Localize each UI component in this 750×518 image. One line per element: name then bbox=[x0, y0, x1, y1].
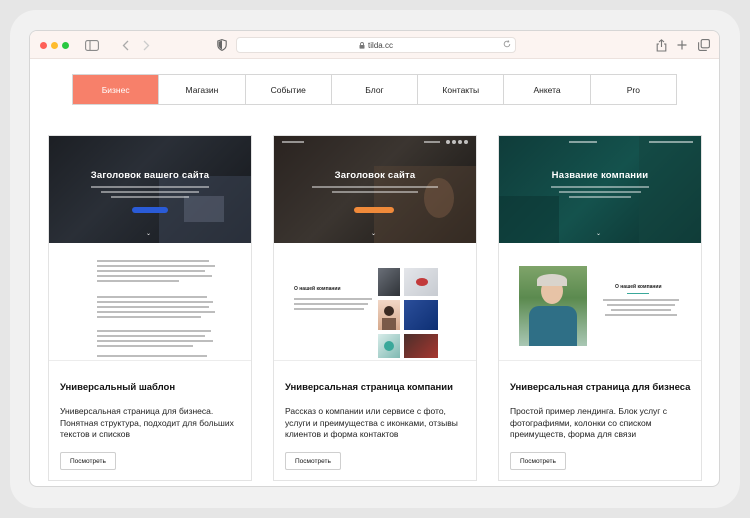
minimize-window-button[interactable] bbox=[51, 42, 58, 49]
forward-arrow-icon[interactable] bbox=[141, 37, 151, 53]
preview-hero: Заголовок вашего сайта ⌄ bbox=[49, 136, 251, 243]
preview-section-title: О нашей компании bbox=[294, 286, 341, 292]
preview-title: Название компании bbox=[551, 170, 649, 181]
close-window-button[interactable] bbox=[40, 42, 47, 49]
new-tab-icon[interactable] bbox=[676, 37, 688, 53]
template-card[interactable]: Название компании ⌄ О нашей компании Уни… bbox=[498, 135, 702, 481]
preview-title: Заголовок сайта bbox=[334, 170, 416, 181]
template-description: Простой пример лендинга. Блок услуг с фо… bbox=[510, 406, 668, 439]
privacy-shield-icon[interactable] bbox=[216, 37, 228, 53]
tab-shop[interactable]: Магазин bbox=[158, 75, 244, 104]
preview-title: Заголовок вашего сайта bbox=[90, 170, 210, 181]
tab-event[interactable]: Событие bbox=[244, 75, 331, 104]
browser-window: tilda.cc Бизнес Магазин Событие Блог Кон… bbox=[30, 31, 719, 486]
tab-overview-icon[interactable] bbox=[697, 37, 711, 53]
lock-icon bbox=[359, 41, 365, 49]
url-text: tilda.cc bbox=[368, 40, 393, 50]
view-template-button[interactable]: Посмотреть bbox=[510, 452, 566, 470]
template-description: Рассказ о компании или сервисе с фото, у… bbox=[285, 406, 458, 439]
template-description: Универсальная страница для бизнеса. Поня… bbox=[60, 406, 234, 439]
view-template-button[interactable]: Посмотреть bbox=[60, 452, 116, 470]
back-arrow-icon[interactable] bbox=[120, 37, 130, 53]
template-preview[interactable]: Название компании ⌄ О нашей компании bbox=[499, 136, 701, 361]
template-preview[interactable]: Заголовок вашего сайта ⌄ bbox=[49, 136, 251, 361]
category-tabs: Бизнес Магазин Событие Блог Контакты Анк… bbox=[72, 74, 677, 105]
template-title: Универсальный шаблон bbox=[60, 382, 176, 393]
share-icon[interactable] bbox=[655, 37, 667, 53]
sidebar-toggle-icon[interactable] bbox=[85, 37, 99, 53]
template-preview[interactable]: Заголовок сайта ⌄ О нашей компании bbox=[274, 136, 476, 361]
view-template-button[interactable]: Посмотреть bbox=[285, 452, 341, 470]
tab-pro[interactable]: Pro bbox=[589, 75, 676, 104]
template-card[interactable]: Заголовок вашего сайта ⌄ Универсальный ш… bbox=[48, 135, 252, 481]
template-title: Универсальная страница для бизнеса bbox=[510, 382, 691, 393]
preview-hero: Заголовок сайта ⌄ bbox=[274, 136, 476, 243]
tab-blog[interactable]: Блог bbox=[330, 75, 417, 104]
address-bar[interactable]: tilda.cc bbox=[236, 37, 516, 53]
zoom-window-button[interactable] bbox=[62, 42, 69, 49]
tab-business[interactable]: Бизнес bbox=[73, 75, 159, 104]
reload-icon[interactable] bbox=[503, 40, 511, 50]
tab-form[interactable]: Анкета bbox=[503, 75, 589, 104]
preview-hero: Название компании ⌄ bbox=[499, 136, 701, 243]
template-title: Универсальная страница компании bbox=[285, 382, 453, 393]
browser-toolbar: tilda.cc bbox=[30, 31, 719, 59]
preview-section-title: О нашей компании bbox=[615, 284, 662, 290]
tab-contacts[interactable]: Контакты bbox=[417, 75, 503, 104]
template-card[interactable]: Заголовок сайта ⌄ О нашей компании Униве… bbox=[273, 135, 477, 481]
